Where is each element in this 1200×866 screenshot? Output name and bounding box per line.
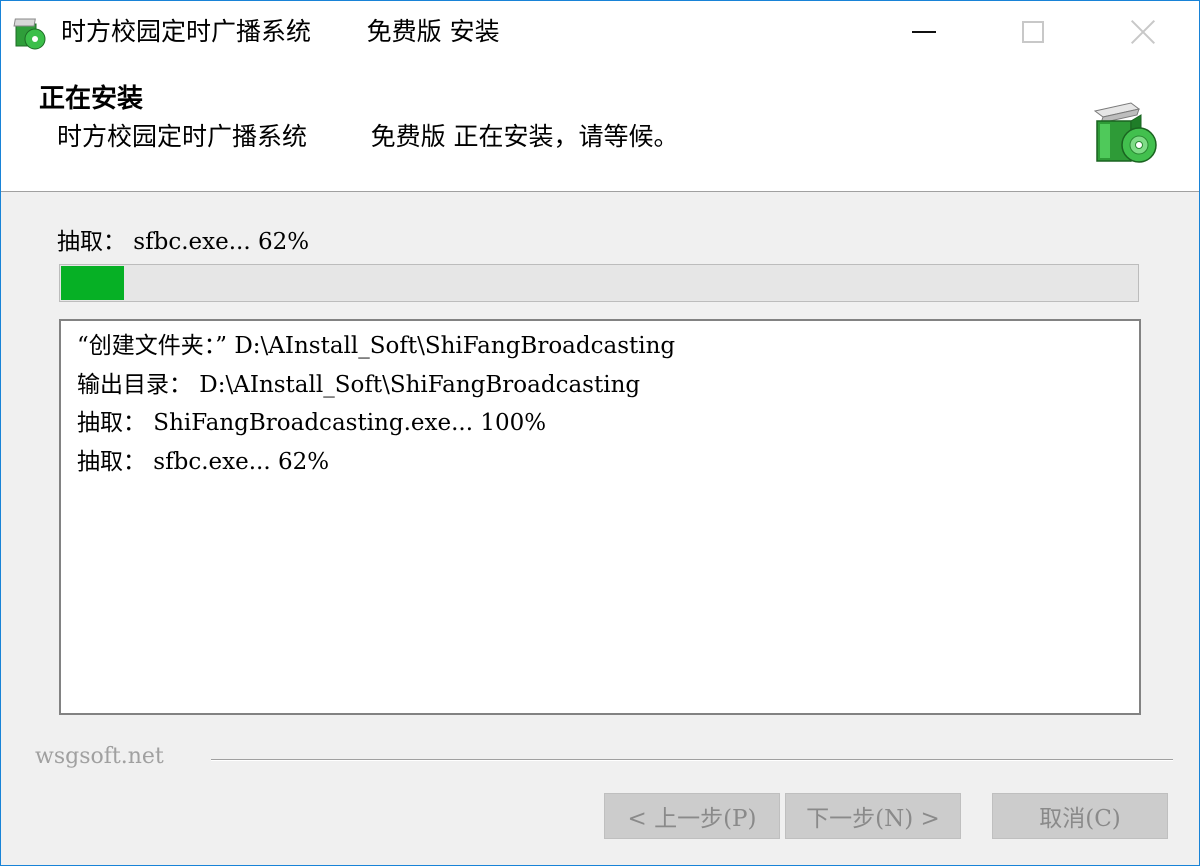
minimize-button[interactable]: [869, 1, 979, 63]
window-title-action: 免费版 安装: [366, 17, 500, 46]
installer-window: 时方校园定时广播系统 免费版 安装 正在安装 时方校园定时广播系统 免费版 正在…: [0, 0, 1200, 866]
subtitle-app-name: 时方校园定时广播系统: [57, 122, 308, 151]
progress-label: 抽取： sfbc.exe... 62%: [57, 229, 310, 255]
page-subtitle: 时方校园定时广播系统 免费版 正在安装，请等候。: [57, 119, 679, 155]
page-title: 正在安装: [39, 84, 144, 114]
subtitle-status: 免费版 正在安装，请等候。: [370, 122, 679, 151]
brand-label: wsgsoft.net: [35, 744, 164, 769]
log-line: “创建文件夹：” D:\AInstall_Soft\ShiFangBroadca…: [77, 333, 676, 359]
close-icon: [1129, 18, 1157, 46]
install-log[interactable]: “创建文件夹：” D:\AInstall_Soft\ShiFangBroadca…: [59, 319, 1141, 715]
window-title: 时方校园定时广播系统 免费版 安装: [61, 15, 500, 49]
log-line: 抽取： ShiFangBroadcasting.exe... 100%: [77, 410, 547, 436]
window-title-app: 时方校园定时广播系统: [61, 17, 312, 46]
log-line: 抽取： sfbc.exe... 62%: [77, 448, 330, 475]
maximize-button[interactable]: [978, 1, 1088, 63]
back-button[interactable]: < 上一步(P): [604, 793, 780, 839]
app-installer-icon: [13, 18, 46, 50]
progress-bar-fill: [61, 266, 124, 300]
title-bar[interactable]: 时方校园定时广播系统 免费版 安装: [1, 1, 1199, 63]
log-line: 输出目录： D:\AInstall_Soft\ShiFangBroadcasti…: [77, 371, 641, 398]
footer-divider: [211, 759, 1173, 761]
next-button[interactable]: 下一步(N) >: [785, 793, 961, 839]
minimize-icon: [912, 31, 936, 33]
maximize-icon: [1022, 21, 1044, 43]
progress-bar: [59, 264, 1139, 302]
close-button[interactable]: [1088, 1, 1198, 63]
page-header: 正在安装 时方校园定时广播系统 免费版 正在安装，请等候。: [1, 63, 1199, 192]
cancel-button[interactable]: 取消(C): [992, 793, 1168, 839]
installer-box-cd-icon: [1093, 102, 1157, 163]
